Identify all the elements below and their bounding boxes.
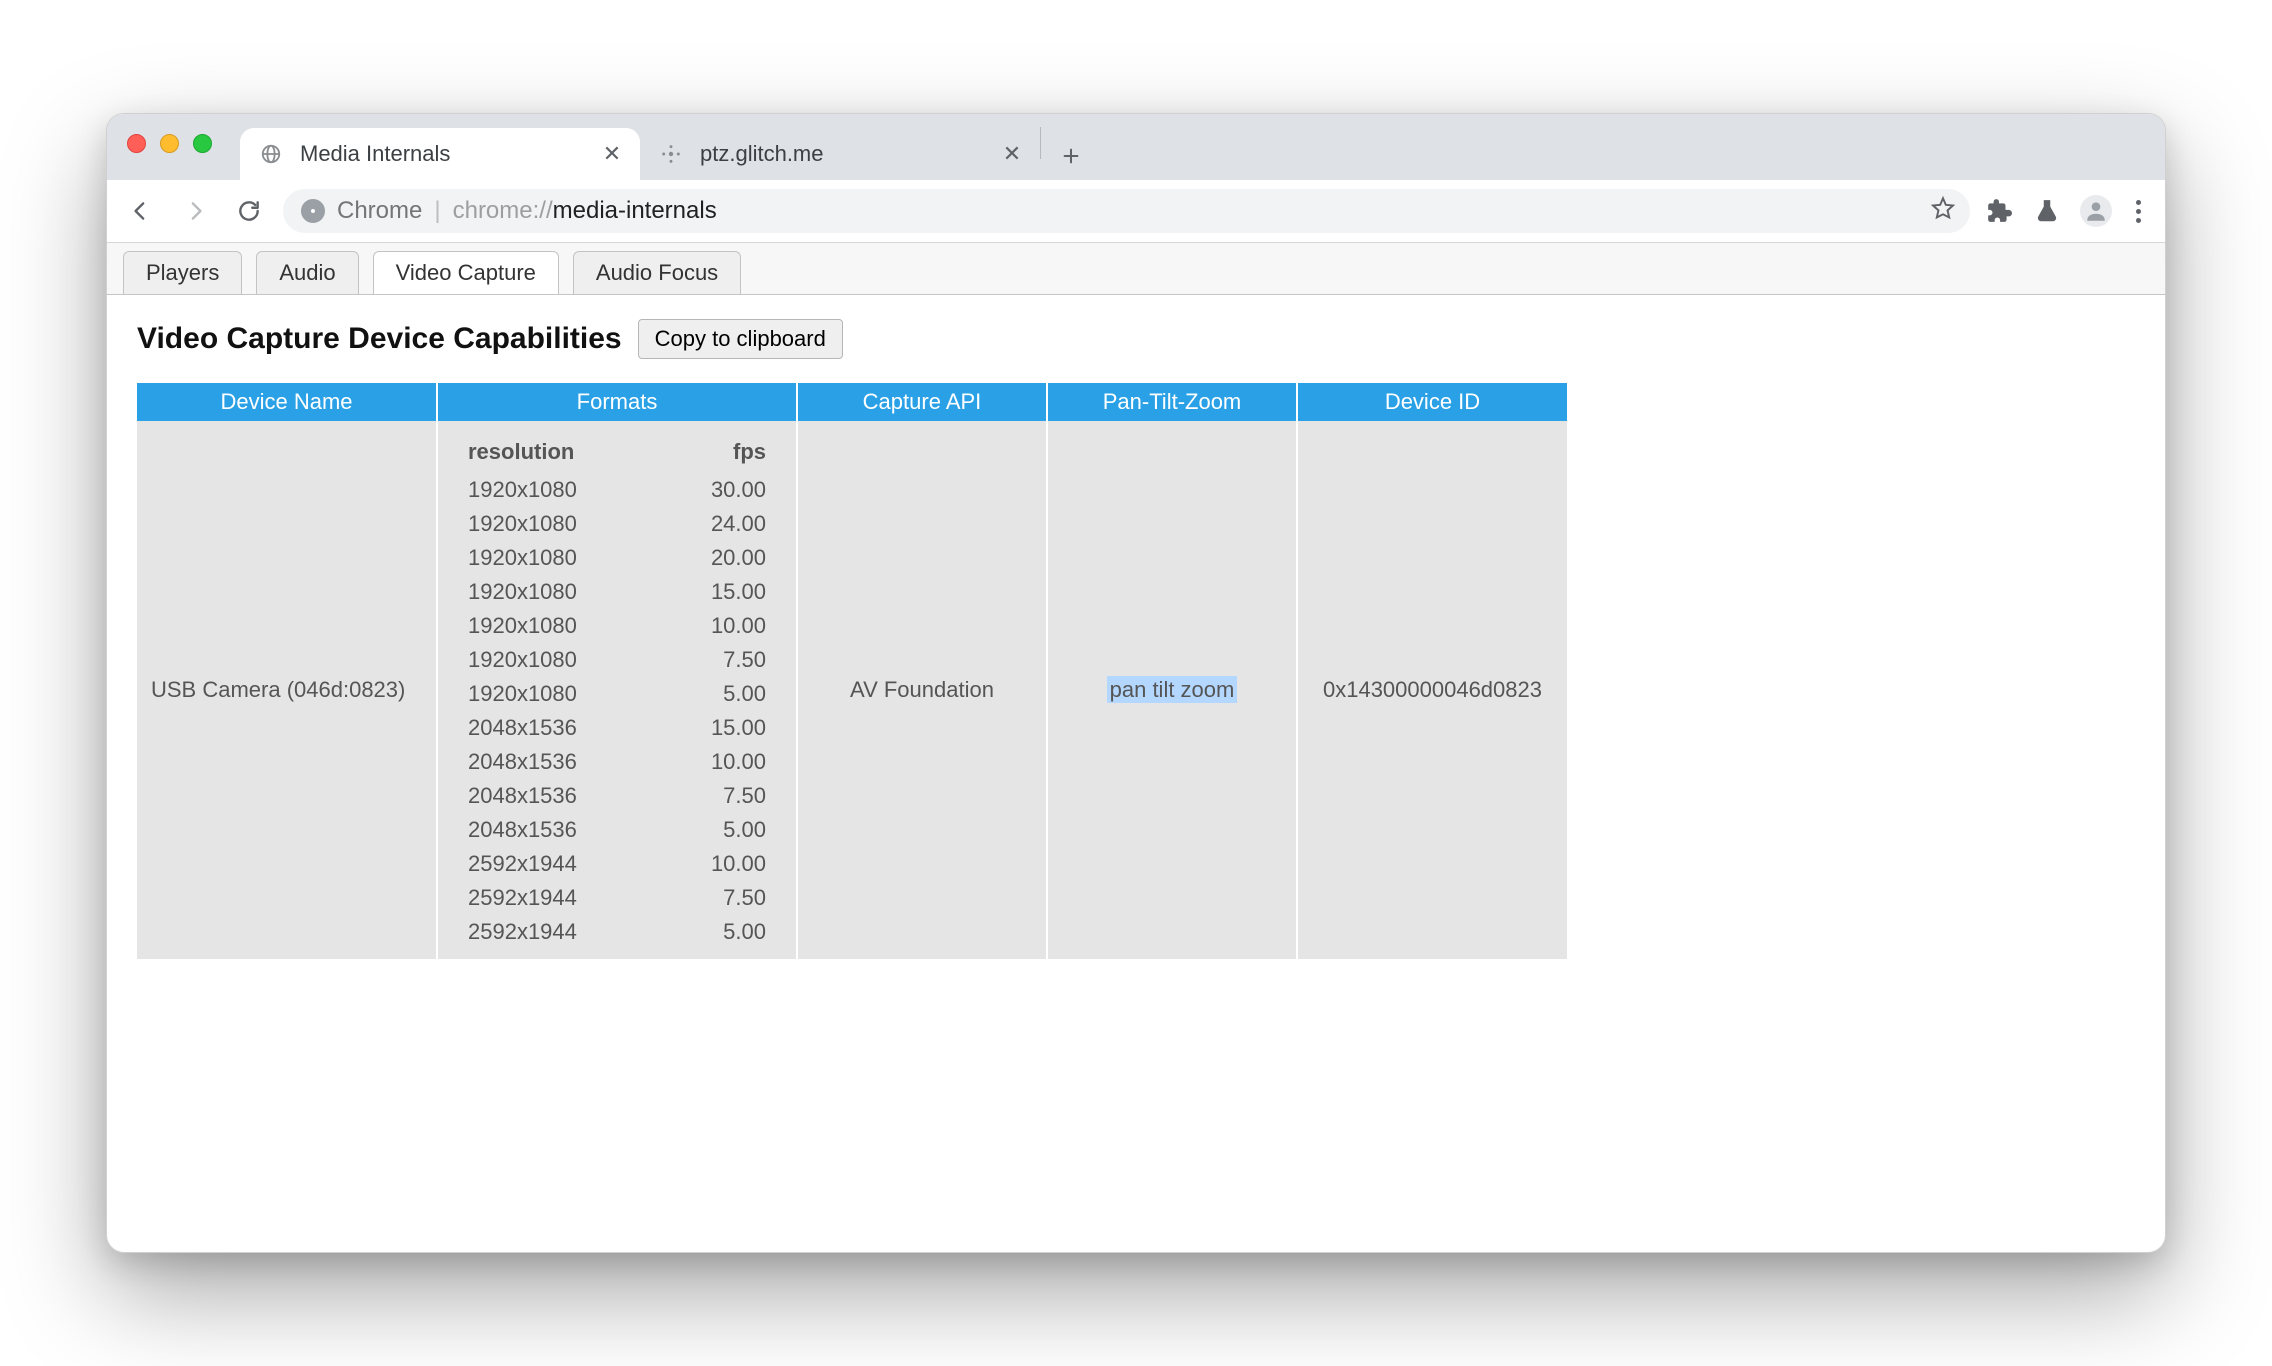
format-resolution: 1920x1080 [444,473,653,507]
format-fps: 7.50 [653,881,790,915]
profile-button[interactable] [2080,195,2112,227]
capabilities-table: Device Name Formats Capture API Pan-Tilt… [137,383,1567,959]
format-row: 2048x153610.00 [444,745,790,779]
format-resolution: 1920x1080 [444,677,653,711]
format-fps: 5.00 [653,915,790,949]
browser-tab-title: Media Internals [300,141,586,167]
format-row: 1920x108030.00 [444,473,790,507]
copy-to-clipboard-button[interactable]: Copy to clipboard [638,319,843,359]
browser-toolbar: Chrome | chrome://media-internals [107,180,2165,243]
format-row: 2592x194410.00 [444,847,790,881]
format-resolution: 1920x1080 [444,541,653,575]
format-resolution: 1920x1080 [444,507,653,541]
formats-table: resolution fps 1920x108030.001920x108024… [444,431,790,949]
format-fps: 10.00 [653,609,790,643]
back-button[interactable] [121,191,161,231]
format-resolution: 2592x1944 [444,847,653,881]
media-tab-audio-focus[interactable]: Audio Focus [573,251,741,294]
format-row: 2048x15367.50 [444,779,790,813]
labs-button[interactable] [2032,196,2062,226]
format-resolution: 2048x1536 [444,813,653,847]
ptz-highlight: pan tilt zoom [1107,676,1238,703]
format-fps: 7.50 [653,779,790,813]
format-row: 2592x19445.00 [444,915,790,949]
formats-header-fps: fps [653,431,790,473]
extensions-button[interactable] [1984,196,2014,226]
format-fps: 7.50 [653,643,790,677]
toolbar-actions [1984,195,2147,227]
format-row: 1920x108020.00 [444,541,790,575]
format-fps: 30.00 [653,473,790,507]
media-tab-players[interactable]: Players [123,251,242,294]
browser-tab-1[interactable]: ptz.glitch.me ✕ [640,128,1040,180]
page-title: Video Capture Device Capabilities [137,322,622,356]
table-row: USB Camera (046d:0823) resolution fps 19… [137,421,1567,959]
chrome-icon [301,199,325,223]
format-resolution: 1920x1080 [444,609,653,643]
table-header[interactable]: Pan-Tilt-Zoom [1047,383,1297,421]
ptz-cell: pan tilt zoom [1047,421,1297,959]
format-row: 2592x19447.50 [444,881,790,915]
globe-icon [258,141,284,167]
format-resolution: 2592x1944 [444,915,653,949]
reload-button[interactable] [229,191,269,231]
capture-api-cell: AV Foundation [797,421,1047,959]
format-resolution: 2048x1536 [444,745,653,779]
tab-strip: Media Internals ✕ ptz.glitch.me ✕ [107,114,2165,180]
window-close-button[interactable] [127,134,146,153]
format-row: 2048x15365.00 [444,813,790,847]
format-fps: 10.00 [653,847,790,881]
formats-cell: resolution fps 1920x108030.001920x108024… [437,421,797,959]
format-row: 1920x108024.00 [444,507,790,541]
format-fps: 15.00 [653,575,790,609]
window-maximize-button[interactable] [193,134,212,153]
media-tab-video-capture[interactable]: Video Capture [373,251,559,294]
bookmark-button[interactable] [1930,195,1956,228]
media-tab-audio[interactable]: Audio [256,251,358,294]
omnibox-separator: | [434,197,440,225]
format-fps: 5.00 [653,677,790,711]
format-row: 2048x153615.00 [444,711,790,745]
browser-tab-title: ptz.glitch.me [700,141,986,167]
menu-button[interactable] [2130,200,2147,223]
format-resolution: 2048x1536 [444,711,653,745]
format-fps: 20.00 [653,541,790,575]
format-fps: 15.00 [653,711,790,745]
format-fps: 10.00 [653,745,790,779]
new-tab-button[interactable] [1049,134,1093,178]
format-fps: 24.00 [653,507,790,541]
format-row: 1920x108010.00 [444,609,790,643]
table-header[interactable]: Capture API [797,383,1047,421]
format-resolution: 2048x1536 [444,779,653,813]
origin-chip: Chrome [337,197,422,225]
table-header[interactable]: Formats [437,383,797,421]
format-resolution: 2592x1944 [444,881,653,915]
forward-button[interactable] [175,191,215,231]
window-minimize-button[interactable] [160,134,179,153]
format-row: 1920x10805.00 [444,677,790,711]
browser-tab-0[interactable]: Media Internals ✕ [240,128,640,180]
table-header[interactable]: Device ID [1297,383,1567,421]
omnibox-url: chrome://media-internals [453,197,717,225]
site-icon [658,141,684,167]
browser-window: Media Internals ✕ ptz.glitch.me ✕ Chrome [106,113,2166,1253]
format-fps: 5.00 [653,813,790,847]
table-header[interactable]: Device Name [137,383,437,421]
window-controls [127,134,212,153]
format-row: 1920x10807.50 [444,643,790,677]
close-icon[interactable]: ✕ [602,144,622,164]
address-bar[interactable]: Chrome | chrome://media-internals [283,189,1970,233]
close-icon[interactable]: ✕ [1002,144,1022,164]
device-id-cell: 0x14300000046d0823 [1297,421,1567,959]
page-content: Video Capture Device Capabilities Copy t… [107,295,2165,983]
device-name-cell: USB Camera (046d:0823) [137,421,437,959]
tab-separator [1040,127,1041,159]
formats-header-res: resolution [444,431,653,473]
format-resolution: 1920x1080 [444,575,653,609]
media-internals-tabs: Players Audio Video Capture Audio Focus [107,243,2165,295]
format-resolution: 1920x1080 [444,643,653,677]
format-row: 1920x108015.00 [444,575,790,609]
